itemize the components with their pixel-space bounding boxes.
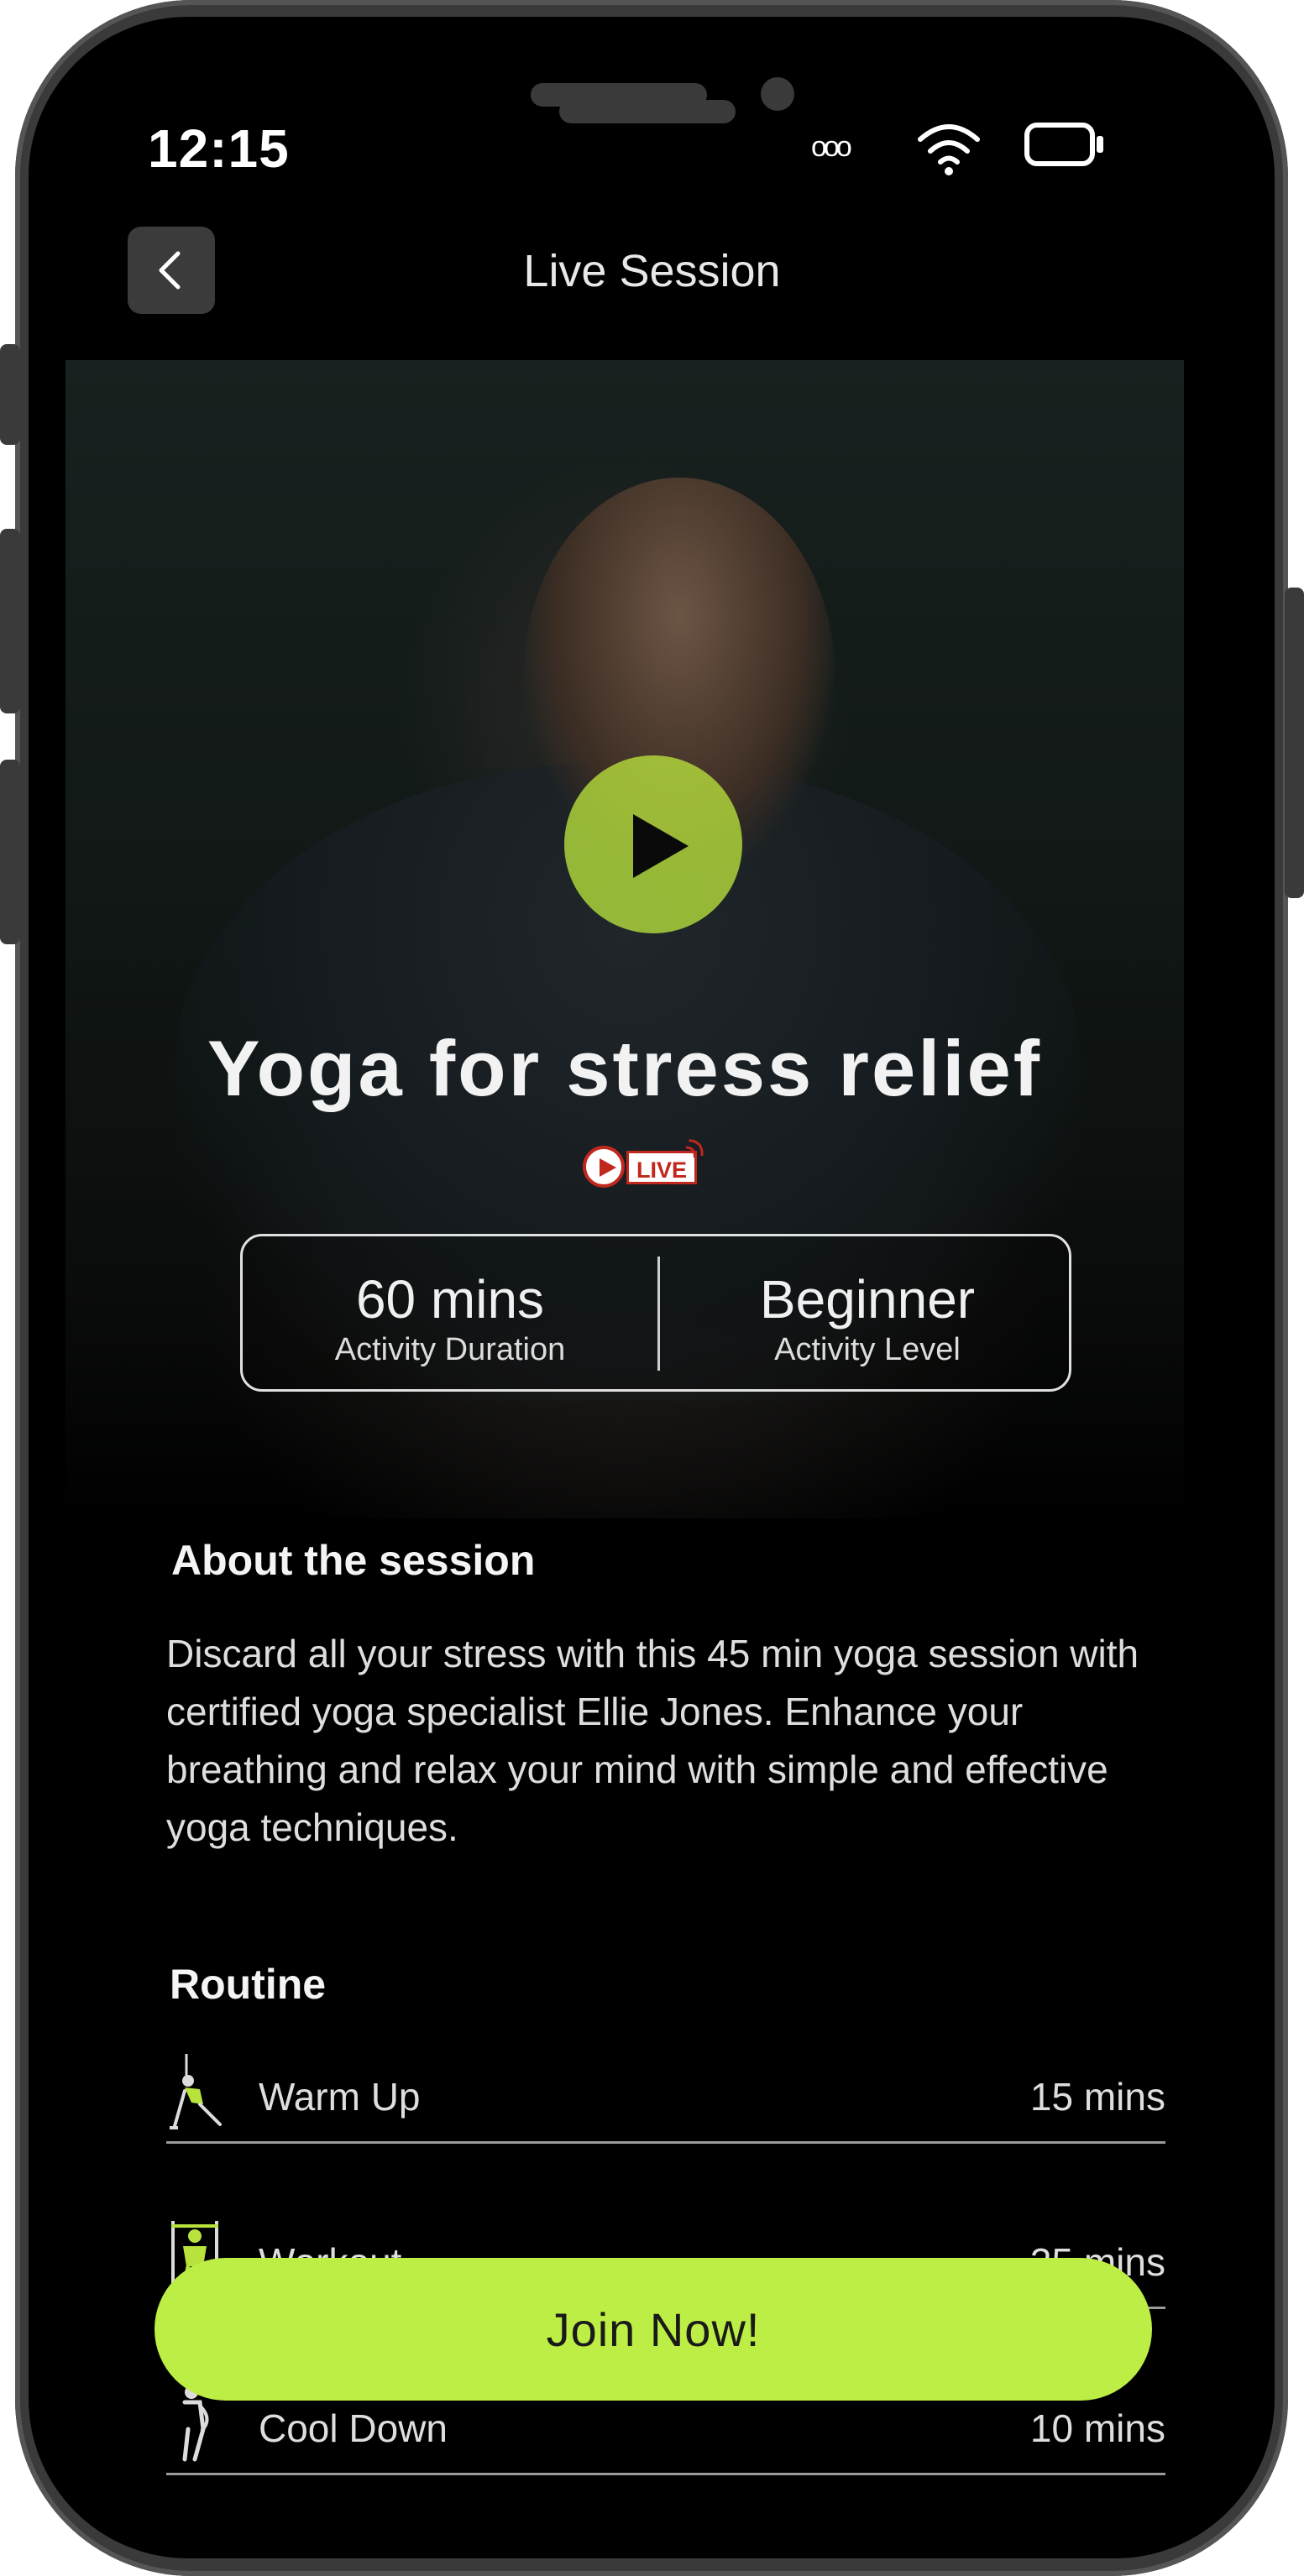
stat-value: 60 mins bbox=[355, 1269, 545, 1330]
stat-value: Beginner bbox=[759, 1269, 976, 1330]
stat-level: Beginner Activity Level bbox=[660, 1236, 1075, 1394]
live-play-icon bbox=[583, 1146, 625, 1188]
divider bbox=[166, 2473, 1165, 2475]
phone-side-button bbox=[0, 344, 20, 445]
play-icon bbox=[633, 814, 689, 878]
phone-side-button bbox=[1285, 588, 1304, 898]
routine-item-duration: 10 mins bbox=[1029, 2406, 1165, 2450]
session-title: Yoga for stress relief bbox=[207, 1024, 1043, 1112]
live-badge: LIVE bbox=[579, 1139, 714, 1191]
routine-item-duration: 15 mins bbox=[1029, 2075, 1165, 2119]
session-hero-image: Yoga for stress relief LIVE 60 mins Acti… bbox=[65, 360, 1184, 1518]
routine-item-name: Cool Down bbox=[259, 2406, 448, 2450]
warm-up-pose-icon bbox=[170, 2054, 222, 2129]
routine-item[interactable]: Warm Up 15 mins bbox=[166, 2051, 1165, 2144]
stat-label: Activity Level bbox=[774, 1332, 961, 1367]
status-time: 12:15 bbox=[148, 118, 290, 179]
broadcast-icon bbox=[685, 1139, 704, 1158]
play-button[interactable] bbox=[564, 755, 742, 933]
divider bbox=[166, 2141, 1165, 2144]
phone-side-button bbox=[0, 529, 20, 713]
front-camera bbox=[761, 77, 794, 111]
wifi-icon bbox=[918, 124, 980, 175]
stat-label: Activity Duration bbox=[334, 1332, 566, 1367]
routine-heading: Routine bbox=[170, 1961, 327, 2008]
join-now-button[interactable]: Join Now! bbox=[154, 2258, 1152, 2401]
page-title: Live Session bbox=[523, 246, 781, 296]
about-heading: About the session bbox=[171, 1537, 536, 1584]
phone-side-button bbox=[0, 760, 20, 944]
session-stats: 60 mins Activity Duration Beginner Activ… bbox=[240, 1234, 1071, 1392]
routine-item-name: Warm Up bbox=[259, 2075, 421, 2119]
about-description: Discard all your stress with this 45 min… bbox=[166, 1632, 1139, 1849]
stat-duration: 60 mins Activity Duration bbox=[243, 1236, 657, 1394]
signal-icon: ooo bbox=[811, 131, 852, 163]
speaker-notch bbox=[531, 83, 707, 107]
battery-icon bbox=[1024, 123, 1103, 166]
